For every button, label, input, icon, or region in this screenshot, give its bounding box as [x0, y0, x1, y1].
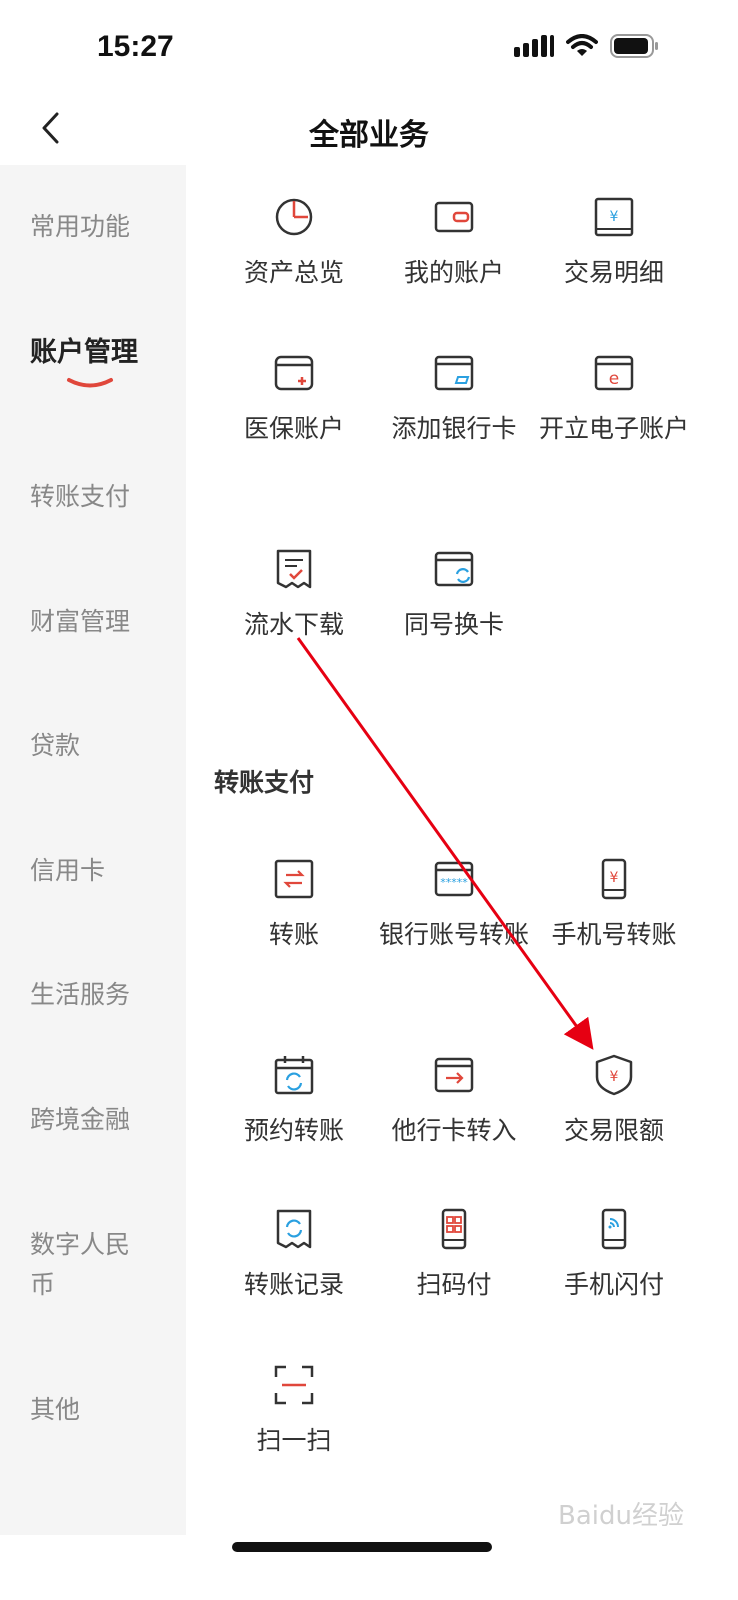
transfer-button[interactable]: 转账 — [214, 857, 374, 955]
screen: 15:27 全部业务 常用功能 账户管理 转账支付 财富管理 贷款 信用卡 生活… — [0, 0, 738, 1600]
statement-download-label: 流水下载 — [243, 610, 344, 639]
svg-text:¥: ¥ — [610, 209, 619, 225]
phone-quick-pay-button[interactable]: 手机闪付 — [534, 1207, 694, 1305]
medical-account-label: 医保账户 — [243, 414, 344, 443]
sidebar-item-other[interactable]: 其他 — [30, 1390, 170, 1430]
phone-yuan-icon: ¥ — [601, 858, 627, 900]
clock-pie-icon — [275, 198, 313, 236]
phone-quick-pay-label: 手机闪付 — [563, 1270, 664, 1299]
nav-bar: 全部业务 — [0, 90, 738, 165]
sidebar-item-life[interactable]: 生活服务 — [30, 975, 170, 1015]
receipt-refresh-icon — [276, 1209, 312, 1249]
scan-pay-label: 扫码付 — [416, 1270, 492, 1299]
phone-nfc-icon — [601, 1208, 627, 1250]
home-indicator[interactable] — [232, 1542, 492, 1552]
other-bank-card-in-button[interactable]: 他行卡转入 — [374, 1053, 534, 1151]
sidebar-item-digital-rmb[interactable]: 数字人民币 — [30, 1225, 150, 1305]
same-number-card-swap-button[interactable]: 同号换卡 — [374, 547, 534, 645]
signal-icon — [514, 35, 554, 57]
active-underline — [67, 378, 113, 388]
my-account-label: 我的账户 — [403, 258, 504, 287]
phone-number-transfer-button[interactable]: ¥ 手机号转账 — [534, 857, 694, 955]
transaction-limit-button[interactable]: ¥ 交易限额 — [534, 1053, 694, 1151]
sidebar-item-credit-card[interactable]: 信用卡 — [30, 851, 170, 891]
transaction-details-label: 交易明细 — [563, 258, 664, 287]
watermark-logo: Baidu经验 — [558, 1501, 684, 1531]
battery-icon — [610, 34, 658, 58]
same-number-card-swap-label: 同号换卡 — [403, 610, 504, 639]
card-arrow-icon — [434, 1057, 474, 1093]
wallet-icon — [434, 201, 474, 233]
wifi-icon — [566, 34, 598, 56]
sidebar: 常用功能 账户管理 转账支付 财富管理 贷款 信用卡 生活服务 跨境金融 数字人… — [0, 165, 186, 1535]
svg-text:¥: ¥ — [610, 1069, 619, 1085]
phone-number-transfer-label: 手机号转账 — [551, 920, 677, 949]
svg-text:*****: ***** — [440, 876, 468, 889]
status-time: 15:27 — [97, 30, 174, 63]
scan-icon — [274, 1365, 314, 1405]
medical-account-button[interactable]: 医保账户 — [214, 351, 374, 449]
sidebar-item-account[interactable]: 账户管理 — [30, 333, 170, 373]
transaction-limit-label: 交易限额 — [563, 1116, 664, 1145]
page-title: 全部业务 — [309, 118, 429, 153]
svg-text:¥: ¥ — [610, 870, 619, 886]
asset-overview-label: 资产总览 — [243, 258, 344, 287]
scheduled-transfer-label: 预约转账 — [243, 1116, 344, 1145]
sidebar-item-transfer[interactable]: 转账支付 — [30, 477, 170, 517]
status-icons — [514, 34, 660, 58]
main-content: 资产总览 我的账户 ¥ 交易明细 医保账户 添加银行卡 e 开立电子账户 流水下… — [186, 165, 738, 1565]
shield-yuan-icon: ¥ — [595, 1054, 633, 1096]
sidebar-item-wealth[interactable]: 财富管理 — [30, 602, 170, 642]
card-refresh-icon — [434, 551, 474, 587]
receipt-check-icon — [276, 549, 312, 589]
transfer-records-button[interactable]: 转账记录 — [214, 1207, 374, 1305]
my-account-button[interactable]: 我的账户 — [374, 195, 534, 293]
transfer-section-title: 转账支付 — [214, 768, 315, 797]
sidebar-item-loan[interactable]: 贷款 — [30, 726, 170, 766]
calendar-refresh-icon — [274, 1056, 314, 1095]
status-bar: 15:27 — [0, 0, 738, 90]
e-account-icon: e — [594, 355, 634, 391]
transfer-records-label: 转账记录 — [243, 1270, 344, 1299]
bank-account-transfer-button[interactable]: ***** 银行账号转账 — [374, 857, 534, 955]
transfer-icon — [274, 859, 314, 899]
open-e-account-label: 开立电子账户 — [538, 414, 689, 443]
open-e-account-button[interactable]: e 开立电子账户 — [534, 351, 694, 449]
bank-account-transfer-label: 银行账号转账 — [378, 920, 529, 949]
transfer-label: 转账 — [268, 920, 319, 949]
scheduled-transfer-button[interactable]: 预约转账 — [214, 1053, 374, 1151]
medical-card-icon — [274, 355, 314, 391]
svg-text:e: e — [609, 369, 619, 389]
bank-card-password-icon: ***** — [434, 861, 474, 897]
statement-download-button[interactable]: 流水下载 — [214, 547, 374, 645]
add-bank-card-button[interactable]: 添加银行卡 — [374, 351, 534, 449]
other-bank-card-in-label: 他行卡转入 — [391, 1116, 517, 1145]
scan-label: 扫一扫 — [256, 1426, 332, 1455]
sidebar-item-common[interactable]: 常用功能 — [30, 207, 170, 247]
sidebar-item-cross-border[interactable]: 跨境金融 — [30, 1100, 170, 1140]
yuan-bill-icon: ¥ — [594, 197, 634, 237]
scan-button[interactable]: 扫一扫 — [214, 1363, 374, 1461]
scan-pay-button[interactable]: 扫码付 — [374, 1207, 534, 1305]
transaction-details-button[interactable]: ¥ 交易明细 — [534, 195, 694, 293]
asset-overview-button[interactable]: 资产总览 — [214, 195, 374, 293]
add-card-icon — [434, 355, 474, 391]
add-bank-card-label: 添加银行卡 — [391, 414, 517, 443]
phone-qr-icon — [441, 1208, 467, 1250]
